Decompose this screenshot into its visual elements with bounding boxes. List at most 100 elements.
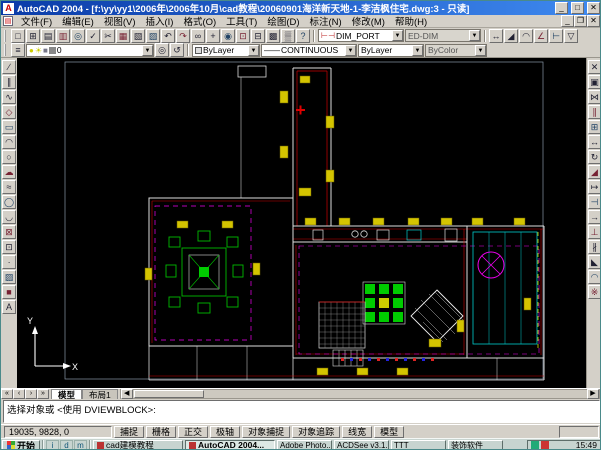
close-button[interactable]: ✕ xyxy=(587,2,600,14)
toggle-对象追踪[interactable]: 对象追踪 xyxy=(292,426,340,438)
new-button[interactable]: □ xyxy=(11,29,25,43)
ellipse-arc-button[interactable]: ◡ xyxy=(2,210,16,224)
menu-item-格式(O)[interactable]: 格式(O) xyxy=(178,13,221,29)
chevron-down-icon[interactable]: ▼ xyxy=(412,45,423,56)
command-input[interactable]: 选择对象或 <使用 DVIEWBLOCK>: xyxy=(3,400,600,423)
ellipse-button[interactable]: ◯ xyxy=(2,195,16,209)
zoom-realtime-button[interactable]: ◉ xyxy=(221,29,235,43)
taskbar-app-TTT[interactable]: TTT xyxy=(391,440,446,450)
make-block-button[interactable]: ⊡ xyxy=(2,240,16,254)
dim-aligned-button[interactable]: ◢ xyxy=(504,29,518,43)
tab-last-icon[interactable]: » xyxy=(37,389,49,399)
taskbar-app-Adobe Photo...[interactable]: Adobe Photo... xyxy=(277,440,332,450)
quicklaunch-desktop-icon[interactable]: d xyxy=(60,440,73,450)
rectangle-button[interactable]: ▭ xyxy=(2,120,16,134)
construction-line-button[interactable]: ∥ xyxy=(2,75,16,89)
zoom-window-button[interactable]: ⊡ xyxy=(236,29,250,43)
quicklaunch-media-icon[interactable]: m xyxy=(74,440,87,450)
color-combo[interactable]: ByLayer ▼ xyxy=(192,44,260,57)
doc-close-button[interactable]: ✕ xyxy=(587,15,600,27)
linetype-combo[interactable]: —— CONTINUOUS ▼ xyxy=(261,44,357,57)
tab-prev-icon[interactable]: ‹ xyxy=(13,389,25,399)
taskbar-window-AutoCAD 2004...[interactable]: AutoCAD 2004... xyxy=(185,440,275,450)
mtext-button[interactable]: A xyxy=(2,300,16,314)
hatch-button[interactable]: ▨ xyxy=(2,270,16,284)
zoom-previous-button[interactable]: ⊟ xyxy=(251,29,265,43)
stretch-button[interactable]: ↦ xyxy=(588,180,601,194)
toggle-正交[interactable]: 正交 xyxy=(178,426,208,438)
doc-minimize-button[interactable]: _ xyxy=(561,15,574,27)
toggle-栅格[interactable]: 栅格 xyxy=(146,426,176,438)
revcloud-button[interactable]: ☁ xyxy=(2,165,16,179)
move-button[interactable]: ↔ xyxy=(588,135,601,149)
menu-item-插入(I)[interactable]: 插入(I) xyxy=(140,13,178,29)
system-tray[interactable]: 15:49 xyxy=(527,440,601,450)
rotate-button[interactable]: ↻ xyxy=(588,150,601,164)
point-button[interactable]: ∙ xyxy=(2,255,16,269)
chevron-down-icon[interactable]: ▼ xyxy=(345,45,356,56)
break-button[interactable]: ∦ xyxy=(588,240,601,254)
spell-button[interactable]: ✓ xyxy=(86,29,100,43)
redo-button[interactable]: ↷ xyxy=(176,29,190,43)
chevron-down-icon[interactable]: ▼ xyxy=(142,45,153,56)
floorplan-drawing[interactable]: Y X xyxy=(17,58,586,388)
fillet-button[interactable]: ◠ xyxy=(588,270,601,284)
doc-restore-button[interactable]: ❐ xyxy=(574,15,587,27)
menu-item-编辑(E)[interactable]: 编辑(E) xyxy=(57,13,99,29)
taskbar-app-装饰软件[interactable]: 装饰软件 xyxy=(448,440,503,450)
layers-button[interactable]: ≡ xyxy=(11,43,25,57)
toggle-线宽[interactable]: 线宽 xyxy=(342,426,372,438)
chevron-down-icon[interactable]: ▼ xyxy=(248,45,259,56)
start-button[interactable]: 开始 xyxy=(2,440,40,450)
scroll-right-icon[interactable]: ▶ xyxy=(587,389,599,399)
toggle-极轴[interactable]: 极轴 xyxy=(210,426,240,438)
quicklaunch-ie-icon[interactable]: i xyxy=(46,440,59,450)
taskbar-window-cad建模教程[interactable]: cad建模教程 xyxy=(93,440,183,450)
circle-button[interactable]: ○ xyxy=(2,150,16,164)
dim-style-button[interactable]: ▽ xyxy=(564,29,578,43)
trim-button[interactable]: ⊣ xyxy=(588,195,601,209)
break-at-point-button[interactable]: ⊥ xyxy=(588,225,601,239)
layer-combo[interactable]: ● ☀ ■ 0 ▼ xyxy=(26,44,154,57)
menu-item-修改(M)[interactable]: 修改(M) xyxy=(347,13,390,29)
menu-item-绘图(D)[interactable]: 绘图(D) xyxy=(262,13,304,29)
extend-button[interactable]: → xyxy=(588,210,601,224)
copy-button[interactable]: ▦ xyxy=(116,29,130,43)
scale-button[interactable]: ◢ xyxy=(588,165,601,179)
dim-linear-button[interactable]: ↔ xyxy=(489,29,503,43)
lineweight-combo[interactable]: ByLayer ▼ xyxy=(358,44,424,57)
taskbar-app-ACDSee v3.1...[interactable]: ACDSee v3.1... xyxy=(334,440,389,450)
menu-item-文件(F)[interactable]: 文件(F) xyxy=(16,13,57,29)
dim-radius-button[interactable]: ◠ xyxy=(519,29,533,43)
arc-button[interactable]: ◠ xyxy=(2,135,16,149)
text-style-combo[interactable]: ED-DIM ▼ xyxy=(405,29,481,42)
tab-next-icon[interactable]: › xyxy=(25,389,37,399)
array-button[interactable]: ⊞ xyxy=(588,120,601,134)
tab-模型[interactable]: 模型 xyxy=(51,389,82,399)
drawing-canvas[interactable]: Y X xyxy=(17,58,586,388)
offset-button[interactable]: ∥ xyxy=(588,105,601,119)
insert-hyperlink-button[interactable]: ∞ xyxy=(191,29,205,43)
menu-item-视图(V)[interactable]: 视图(V) xyxy=(99,13,141,29)
menu-item-标注(N)[interactable]: 标注(N) xyxy=(305,13,347,29)
tray-icon-2[interactable] xyxy=(541,441,549,449)
open-button[interactable]: ⊞ xyxy=(26,29,40,43)
tray-icon-1[interactable] xyxy=(531,441,539,449)
scroll-thumb[interactable] xyxy=(134,390,204,398)
tab-first-icon[interactable]: « xyxy=(1,389,13,399)
spline-button[interactable]: ≈ xyxy=(2,180,16,194)
dim-continue-button[interactable]: ⊢ xyxy=(549,29,563,43)
undo-button[interactable]: ↶ xyxy=(161,29,175,43)
dim-angular-button[interactable]: ∠ xyxy=(534,29,548,43)
chevron-down-icon[interactable]: ▼ xyxy=(469,30,480,41)
layer-previous-button[interactable]: ↺ xyxy=(170,43,184,57)
horizontal-scrollbar[interactable]: ◀ ▶ xyxy=(120,389,600,399)
save-button[interactable]: ▤ xyxy=(41,29,55,43)
erase-button[interactable]: ✕ xyxy=(588,60,601,74)
region-button[interactable]: ■ xyxy=(2,285,16,299)
line-button[interactable]: ∕ xyxy=(2,60,16,74)
minimize-button[interactable]: _ xyxy=(555,2,568,14)
toolbar-grip[interactable] xyxy=(4,30,8,42)
menu-item-帮助(H)[interactable]: 帮助(H) xyxy=(390,13,432,29)
plotstyle-combo[interactable]: ByColor ▼ xyxy=(425,44,487,57)
